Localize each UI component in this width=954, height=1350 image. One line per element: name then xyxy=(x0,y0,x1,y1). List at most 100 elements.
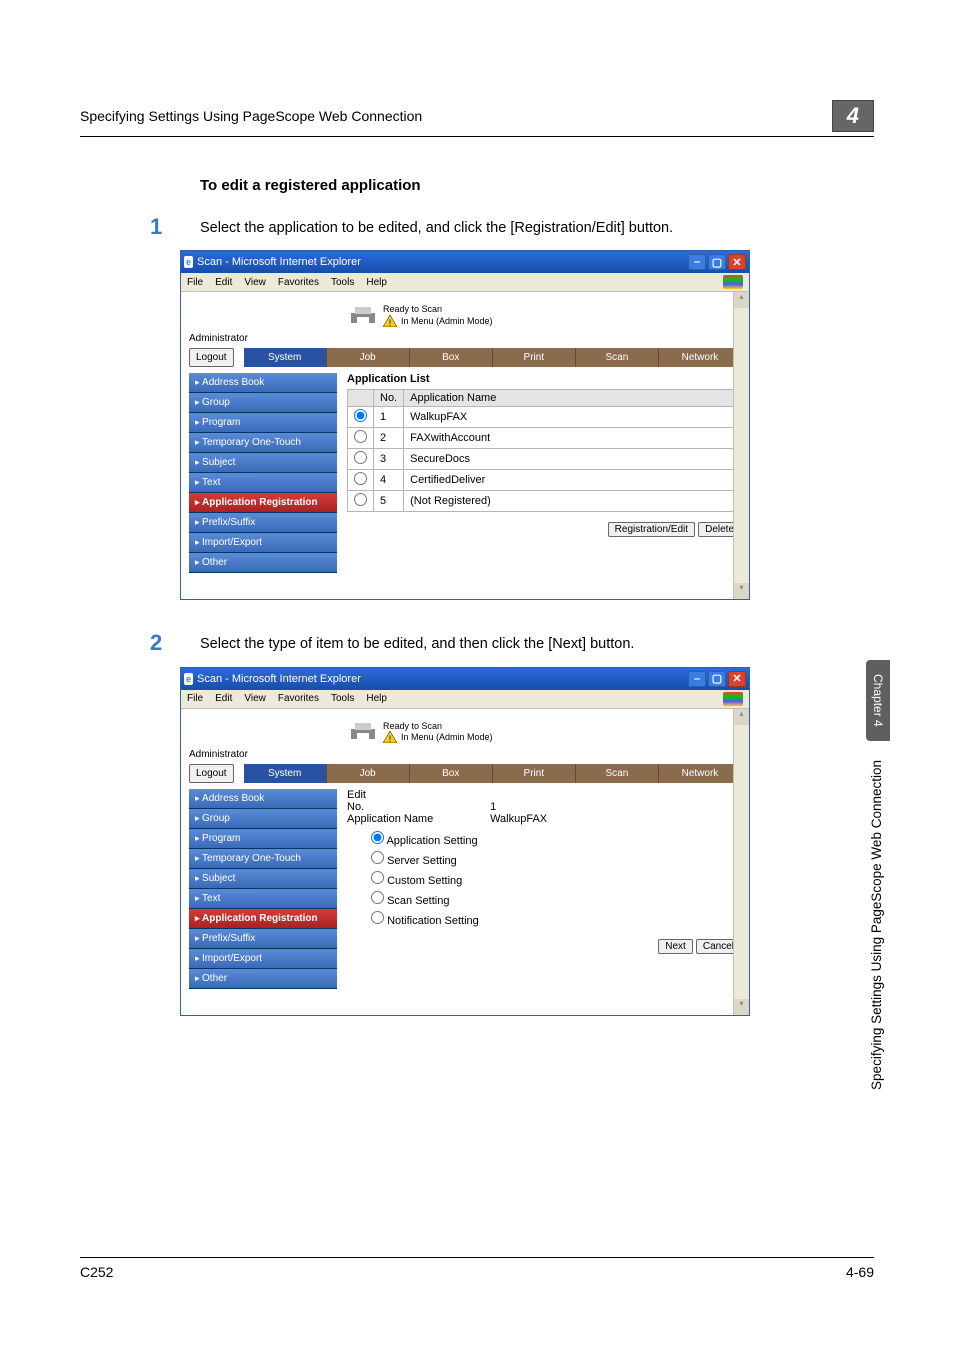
menu-help[interactable]: Help xyxy=(366,277,387,288)
menu-favorites[interactable]: Favorites xyxy=(278,693,319,704)
no-value: 1 xyxy=(490,801,496,813)
tab-box[interactable]: Box xyxy=(409,764,492,783)
sidebar-item-application-registration[interactable]: Application Registration xyxy=(189,493,337,513)
page-title: Specifying Settings Using PageScope Web … xyxy=(80,108,422,124)
tab-job[interactable]: Job xyxy=(326,348,409,367)
tab-network[interactable]: Network xyxy=(658,348,741,367)
divider xyxy=(80,136,874,137)
sidebar: Address Book Group Program Temporary One… xyxy=(189,373,337,573)
row-name: FAXwithAccount xyxy=(404,428,741,449)
step-number: 2 xyxy=(150,630,200,656)
side-chapter-tab: Chapter 4 xyxy=(866,660,890,741)
tab-system[interactable]: System xyxy=(244,348,326,367)
scrollbar[interactable]: ▴▾ xyxy=(733,292,749,599)
sidebar-item-text[interactable]: Text xyxy=(189,473,337,493)
status-text: Ready to Scan xyxy=(383,304,493,315)
printer-icon xyxy=(349,723,377,741)
tab-scan[interactable]: Scan xyxy=(575,348,658,367)
menubar: File Edit View Favorites Tools Help xyxy=(181,273,749,292)
menu-file[interactable]: File xyxy=(187,277,203,288)
sidebar-item-group[interactable]: Group xyxy=(189,809,337,829)
footer-left: C252 xyxy=(80,1264,113,1280)
row-radio[interactable] xyxy=(354,493,367,506)
row-name: (Not Registered) xyxy=(404,491,741,512)
menu-tools[interactable]: Tools xyxy=(331,693,354,704)
ie-throbber-icon xyxy=(723,275,743,289)
row-radio[interactable] xyxy=(354,409,367,422)
row-no: 1 xyxy=(374,407,404,428)
side-chapter-title: Specifying Settings Using PageScope Web … xyxy=(869,760,884,1090)
edit-title: Edit xyxy=(347,789,741,801)
tab-system[interactable]: System xyxy=(244,764,326,783)
admin-label: Administrator xyxy=(189,333,741,344)
maximize-button[interactable]: ▢ xyxy=(708,671,726,687)
opt-server-setting[interactable]: Server Setting xyxy=(371,849,741,869)
row-radio[interactable] xyxy=(354,472,367,485)
opt-label: Scan Setting xyxy=(387,895,449,907)
sidebar-item-group[interactable]: Group xyxy=(189,393,337,413)
minimize-button[interactable]: – xyxy=(688,671,706,687)
menu-file[interactable]: File xyxy=(187,693,203,704)
tab-job[interactable]: Job xyxy=(326,764,409,783)
menubar: File Edit View Favorites Tools Help xyxy=(181,690,749,709)
tab-box[interactable]: Box xyxy=(409,348,492,367)
menu-help[interactable]: Help xyxy=(366,693,387,704)
sidebar-item-program[interactable]: Program xyxy=(189,413,337,433)
sidebar-item-text[interactable]: Text xyxy=(189,889,337,909)
footer-right: 4-69 xyxy=(846,1264,874,1280)
sidebar-item-import-export[interactable]: Import/Export xyxy=(189,533,337,553)
svg-text:!: ! xyxy=(389,318,392,327)
ie-throbber-icon xyxy=(723,692,743,706)
scrollbar[interactable]: ▴▾ xyxy=(733,709,749,1016)
no-label: No. xyxy=(347,801,487,813)
sidebar-item-program[interactable]: Program xyxy=(189,829,337,849)
minimize-button[interactable]: – xyxy=(688,254,706,270)
tab-print[interactable]: Print xyxy=(492,348,575,367)
sidebar-item-subject[interactable]: Subject xyxy=(189,453,337,473)
sidebar-item-prefix-suffix[interactable]: Prefix/Suffix xyxy=(189,929,337,949)
application-table: No. Application Name 1 WalkupFAX 2 FAXwi… xyxy=(347,389,741,512)
menu-favorites[interactable]: Favorites xyxy=(278,277,319,288)
sidebar-item-temp-one-touch[interactable]: Temporary One-Touch xyxy=(189,849,337,869)
tab-network[interactable]: Network xyxy=(658,764,741,783)
close-button[interactable]: ✕ xyxy=(728,254,746,270)
tab-scan[interactable]: Scan xyxy=(575,764,658,783)
tab-print[interactable]: Print xyxy=(492,764,575,783)
registration-edit-button[interactable]: Registration/Edit xyxy=(608,522,695,537)
row-no: 5 xyxy=(374,491,404,512)
section-heading: To edit a registered application xyxy=(200,177,874,194)
close-button[interactable]: ✕ xyxy=(728,671,746,687)
table-row: 5 (Not Registered) xyxy=(348,491,741,512)
menu-edit[interactable]: Edit xyxy=(215,693,232,704)
logout-button[interactable]: Logout xyxy=(189,764,234,783)
sidebar-item-subject[interactable]: Subject xyxy=(189,869,337,889)
menu-view[interactable]: View xyxy=(244,277,266,288)
warning-icon: ! xyxy=(383,731,397,743)
step-1: 1 Select the application to be edited, a… xyxy=(150,214,874,240)
sidebar-item-import-export[interactable]: Import/Export xyxy=(189,949,337,969)
opt-application-setting[interactable]: Application Setting xyxy=(371,829,741,849)
next-button[interactable]: Next xyxy=(658,939,693,954)
application-list-title: Application List xyxy=(347,373,741,385)
sidebar-item-prefix-suffix[interactable]: Prefix/Suffix xyxy=(189,513,337,533)
table-row: 1 WalkupFAX xyxy=(348,407,741,428)
row-name: SecureDocs xyxy=(404,449,741,470)
sidebar-item-address-book[interactable]: Address Book xyxy=(189,373,337,393)
maximize-button[interactable]: ▢ xyxy=(708,254,726,270)
sidebar-item-address-book[interactable]: Address Book xyxy=(189,789,337,809)
sidebar-item-application-registration[interactable]: Application Registration xyxy=(189,909,337,929)
menu-view[interactable]: View xyxy=(244,693,266,704)
logout-button[interactable]: Logout xyxy=(189,348,234,367)
sidebar-item-temp-one-touch[interactable]: Temporary One-Touch xyxy=(189,433,337,453)
row-radio[interactable] xyxy=(354,430,367,443)
row-radio[interactable] xyxy=(354,451,367,464)
opt-scan-setting[interactable]: Scan Setting xyxy=(371,889,741,909)
sidebar-item-other[interactable]: Other xyxy=(189,553,337,573)
menu-edit[interactable]: Edit xyxy=(215,277,232,288)
menu-tools[interactable]: Tools xyxy=(331,277,354,288)
row-no: 2 xyxy=(374,428,404,449)
opt-custom-setting[interactable]: Custom Setting xyxy=(371,869,741,889)
sidebar-item-other[interactable]: Other xyxy=(189,969,337,989)
sidebar: Address Book Group Program Temporary One… xyxy=(189,789,337,989)
opt-notification-setting[interactable]: Notification Setting xyxy=(371,909,741,929)
